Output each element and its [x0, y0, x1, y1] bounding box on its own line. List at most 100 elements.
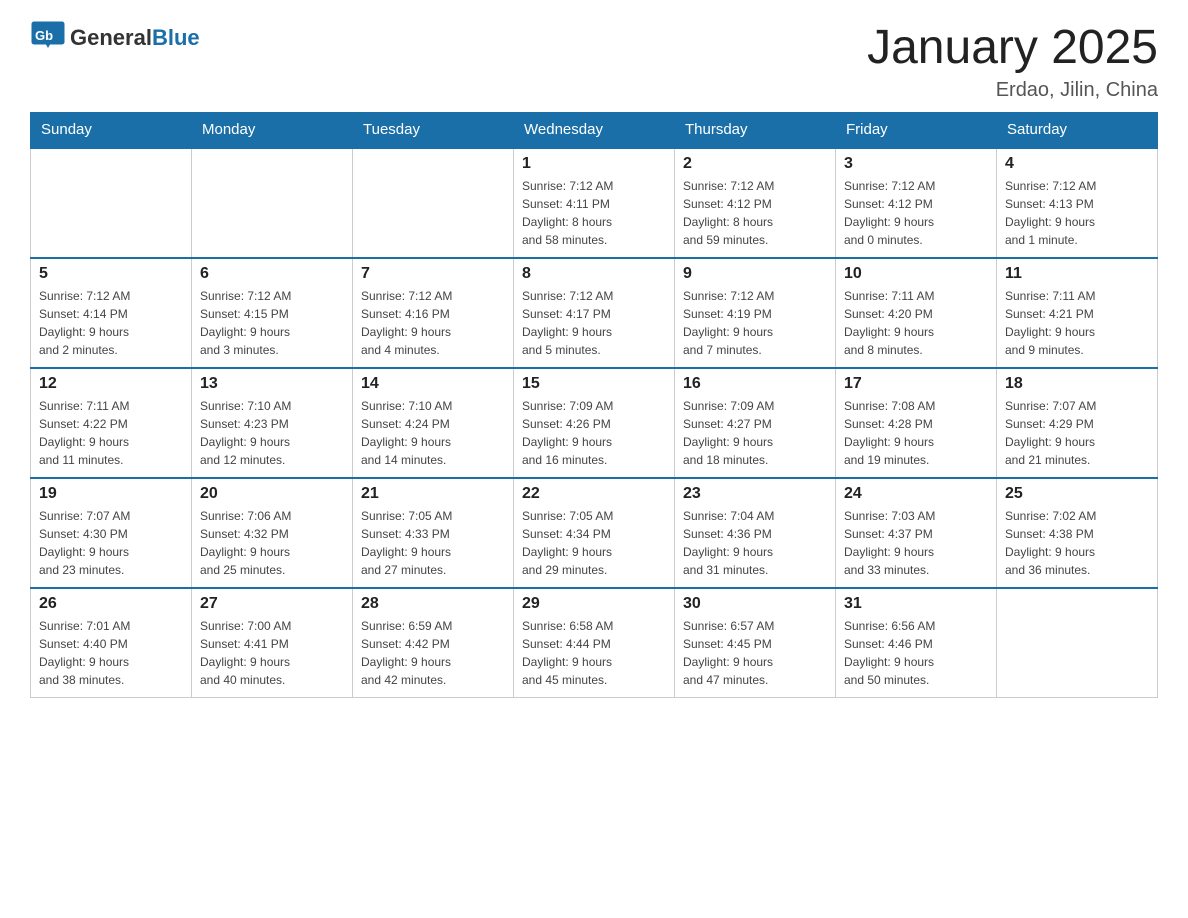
calendar-cell: 7Sunrise: 7:12 AMSunset: 4:16 PMDaylight… [353, 258, 514, 368]
col-header-saturday: Saturday [997, 113, 1158, 148]
day-number: 3 [844, 155, 988, 173]
day-number: 21 [361, 485, 505, 503]
calendar-cell: 29Sunrise: 6:58 AMSunset: 4:44 PMDayligh… [514, 588, 675, 698]
calendar-cell: 16 Sunrise: 7:09 AMSunset: 4:27 PMDayligh… [675, 368, 836, 478]
calendar-cell: 22 Sunrise: 7:05 AMSunset: 4:34 PMDayligh… [514, 478, 675, 588]
day-info: Sunrise: 7:12 AMSunset: 4:15 PMDaylight:… [200, 287, 344, 359]
day-info: Sunrise: 7:12 AMSunset: 4:13 PMDaylight:… [1005, 177, 1149, 249]
day-info: Sunrise: 6:56 AMSunset: 4:46 PMDaylight:… [844, 617, 988, 689]
col-header-monday: Monday [192, 113, 353, 148]
day-info: Sunrise: 7:05 AMSunset: 4:34 PMDaylight:… [522, 507, 666, 579]
logo-blue-text: Blue [152, 25, 200, 50]
calendar-cell: 13Sunrise: 7:10 AMSunset: 4:23 PMDayligh… [192, 368, 353, 478]
day-info: Sunrise: 7:11 AMSunset: 4:20 PMDaylight:… [844, 287, 988, 359]
calendar-subtitle: Erdao, Jilin, China [867, 79, 1158, 102]
day-info: Sunrise: 6:57 AMSunset: 4:45 PMDaylight:… [683, 617, 827, 689]
calendar-cell: 18Sunrise: 7:07 AMSunset: 4:29 PMDayligh… [997, 368, 1158, 478]
day-info: Sunrise: 7:11 AMSunset: 4:22 PMDaylight:… [39, 397, 183, 469]
calendar-cell: 6 Sunrise: 7:12 AMSunset: 4:15 PMDaylight… [192, 258, 353, 368]
day-number: 25 [1005, 485, 1149, 503]
day-info: Sunrise: 7:10 AMSunset: 4:23 PMDaylight:… [200, 397, 344, 469]
calendar-cell: 20 Sunrise: 7:06 AMSunset: 4:32 PMDayligh… [192, 478, 353, 588]
calendar-cell: 27 Sunrise: 7:00 AMSunset: 4:41 PMDayligh… [192, 588, 353, 698]
day-info: Sunrise: 7:12 AMSunset: 4:11 PMDaylight:… [522, 177, 666, 249]
calendar-cell: 12 Sunrise: 7:11 AMSunset: 4:22 PMDayligh… [31, 368, 192, 478]
day-info: Sunrise: 7:06 AMSunset: 4:32 PMDaylight:… [200, 507, 344, 579]
day-info: Sunrise: 7:08 AMSunset: 4:28 PMDaylight:… [844, 397, 988, 469]
calendar-cell: 5 Sunrise: 7:12 AMSunset: 4:14 PMDaylight… [31, 258, 192, 368]
calendar-week-row: 12 Sunrise: 7:11 AMSunset: 4:22 PMDayligh… [31, 368, 1158, 478]
day-info: Sunrise: 6:59 AMSunset: 4:42 PMDaylight:… [361, 617, 505, 689]
logo-icon: Gb [30, 20, 66, 56]
day-number: 5 [39, 265, 183, 283]
calendar-cell: 26 Sunrise: 7:01 AMSunset: 4:40 PMDayligh… [31, 588, 192, 698]
calendar-cell: 25 Sunrise: 7:02 AMSunset: 4:38 PMDayligh… [997, 478, 1158, 588]
col-header-tuesday: Tuesday [353, 113, 514, 148]
day-info: Sunrise: 7:09 AMSunset: 4:27 PMDaylight:… [683, 397, 827, 469]
day-number: 6 [200, 265, 344, 283]
logo: Gb GeneralBlue [30, 20, 200, 56]
day-number: 18 [1005, 375, 1149, 393]
day-info: Sunrise: 7:07 AMSunset: 4:30 PMDaylight:… [39, 507, 183, 579]
day-number: 15 [522, 375, 666, 393]
day-info: Sunrise: 7:12 AMSunset: 4:19 PMDaylight:… [683, 287, 827, 359]
day-info: Sunrise: 7:12 AMSunset: 4:17 PMDaylight:… [522, 287, 666, 359]
col-header-wednesday: Wednesday [514, 113, 675, 148]
day-number: 20 [200, 485, 344, 503]
calendar-cell: 3 Sunrise: 7:12 AMSunset: 4:12 PMDaylight… [836, 148, 997, 258]
day-number: 24 [844, 485, 988, 503]
col-header-thursday: Thursday [675, 113, 836, 148]
day-number: 26 [39, 595, 183, 613]
calendar-cell: 14 Sunrise: 7:10 AMSunset: 4:24 PMDayligh… [353, 368, 514, 478]
day-number: 14 [361, 375, 505, 393]
day-info: Sunrise: 7:04 AMSunset: 4:36 PMDaylight:… [683, 507, 827, 579]
calendar-week-row: 1Sunrise: 7:12 AMSunset: 4:11 PMDaylight… [31, 148, 1158, 258]
calendar-cell: 8 Sunrise: 7:12 AMSunset: 4:17 PMDaylight… [514, 258, 675, 368]
day-number: 17 [844, 375, 988, 393]
calendar-cell: 11Sunrise: 7:11 AMSunset: 4:21 PMDayligh… [997, 258, 1158, 368]
calendar-cell: 1Sunrise: 7:12 AMSunset: 4:11 PMDaylight… [514, 148, 675, 258]
day-number: 22 [522, 485, 666, 503]
day-info: Sunrise: 6:58 AMSunset: 4:44 PMDaylight:… [522, 617, 666, 689]
day-info: Sunrise: 7:12 AMSunset: 4:12 PMDaylight:… [844, 177, 988, 249]
calendar-cell [353, 148, 514, 258]
day-number: 9 [683, 265, 827, 283]
calendar-cell: 23 Sunrise: 7:04 AMSunset: 4:36 PMDayligh… [675, 478, 836, 588]
day-number: 12 [39, 375, 183, 393]
day-number: 23 [683, 485, 827, 503]
calendar-cell: 21 Sunrise: 7:05 AMSunset: 4:33 PMDayligh… [353, 478, 514, 588]
calendar-cell: 17 Sunrise: 7:08 AMSunset: 4:28 PMDayligh… [836, 368, 997, 478]
day-info: Sunrise: 7:03 AMSunset: 4:37 PMDaylight:… [844, 507, 988, 579]
day-info: Sunrise: 7:12 AMSunset: 4:12 PMDaylight:… [683, 177, 827, 249]
day-info: Sunrise: 7:00 AMSunset: 4:41 PMDaylight:… [200, 617, 344, 689]
header: Gb GeneralBlue January 2025 Erdao, Jilin… [30, 20, 1158, 102]
calendar-cell [997, 588, 1158, 698]
calendar-cell: 4Sunrise: 7:12 AMSunset: 4:13 PMDaylight… [997, 148, 1158, 258]
calendar-cell: 2 Sunrise: 7:12 AMSunset: 4:12 PMDaylight… [675, 148, 836, 258]
calendar-cell: 24 Sunrise: 7:03 AMSunset: 4:37 PMDayligh… [836, 478, 997, 588]
title-block: January 2025 Erdao, Jilin, China [867, 20, 1158, 102]
day-info: Sunrise: 7:09 AMSunset: 4:26 PMDaylight:… [522, 397, 666, 469]
calendar-cell: 30Sunrise: 6:57 AMSunset: 4:45 PMDayligh… [675, 588, 836, 698]
day-info: Sunrise: 7:12 AMSunset: 4:14 PMDaylight:… [39, 287, 183, 359]
day-number: 27 [200, 595, 344, 613]
col-header-friday: Friday [836, 113, 997, 148]
svg-text:Gb: Gb [35, 28, 53, 43]
day-number: 8 [522, 265, 666, 283]
calendar-week-row: 26 Sunrise: 7:01 AMSunset: 4:40 PMDayligh… [31, 588, 1158, 698]
day-info: Sunrise: 7:10 AMSunset: 4:24 PMDaylight:… [361, 397, 505, 469]
day-info: Sunrise: 7:02 AMSunset: 4:38 PMDaylight:… [1005, 507, 1149, 579]
day-number: 16 [683, 375, 827, 393]
calendar-cell: 15 Sunrise: 7:09 AMSunset: 4:26 PMDayligh… [514, 368, 675, 478]
col-header-sunday: Sunday [31, 113, 192, 148]
day-number: 2 [683, 155, 827, 173]
day-number: 31 [844, 595, 988, 613]
calendar-cell: 28 Sunrise: 6:59 AMSunset: 4:42 PMDayligh… [353, 588, 514, 698]
calendar-title: January 2025 [867, 20, 1158, 75]
day-number: 11 [1005, 265, 1149, 283]
day-number: 28 [361, 595, 505, 613]
calendar-week-row: 5 Sunrise: 7:12 AMSunset: 4:14 PMDaylight… [31, 258, 1158, 368]
day-info: Sunrise: 7:05 AMSunset: 4:33 PMDaylight:… [361, 507, 505, 579]
day-info: Sunrise: 7:01 AMSunset: 4:40 PMDaylight:… [39, 617, 183, 689]
calendar-table: SundayMondayTuesdayWednesdayThursdayFrid… [30, 112, 1158, 698]
